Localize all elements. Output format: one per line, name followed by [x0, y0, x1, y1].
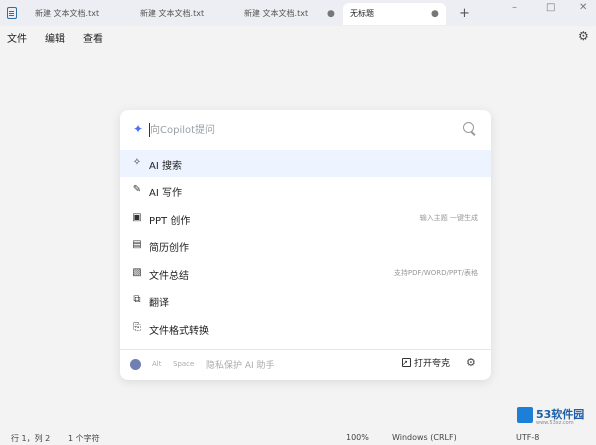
- status-bar: 行 1，列 2 1 个字符 100% Windows (CRLF) UTF-8: [0, 432, 596, 445]
- resume-icon: ▤: [132, 239, 142, 250]
- menu-item-ai-search[interactable]: ✧ AI 搜索: [120, 150, 491, 177]
- minimize-icon[interactable]: –: [512, 2, 517, 13]
- item-hint: 输入主题 一键生成: [419, 214, 478, 222]
- item-label: 文件格式转换: [149, 326, 209, 337]
- zoom-level[interactable]: 100%: [346, 433, 369, 442]
- tab-4-active[interactable]: 无标题 ●: [343, 3, 446, 25]
- notepad-app-icon: [7, 7, 17, 19]
- menu-file[interactable]: 文件: [7, 30, 27, 45]
- convert-icon: ⎘: [133, 322, 141, 333]
- new-tab-button[interactable]: +: [459, 3, 470, 25]
- menu-item-summary[interactable]: ▧ 文件总结 支持PDF/WORD/PPT/表格: [120, 260, 491, 287]
- menu-item-ppt[interactable]: ▣ PPT 创作 输入主题 一键生成: [120, 205, 491, 232]
- item-label: PPT 创作: [149, 216, 191, 227]
- watermark-logo-icon: [517, 407, 533, 423]
- tab-label: 新建 文本文档.txt: [244, 9, 309, 18]
- tab-label: 新建 文本文档.txt: [35, 9, 100, 18]
- document-summary-icon: ▧: [132, 267, 142, 278]
- settings-gear-icon[interactable]: ⚙: [578, 29, 589, 43]
- ask-input[interactable]: [150, 121, 450, 139]
- tab-2[interactable]: 新建 文本文档.txt: [140, 3, 235, 25]
- ai-assistant-panel: ✦ ✧ AI 搜索 ✎ AI 写作 ▣ PPT 创作 输入主题 一键生成 ▤ 简…: [120, 110, 491, 380]
- tab-3[interactable]: 新建 文本文档.txt ●: [244, 3, 335, 25]
- sparkle-search-icon: ✧: [132, 157, 142, 168]
- item-label: AI 写作: [149, 188, 182, 199]
- item-hint: 支持PDF/WORD/PPT/表格: [393, 269, 478, 277]
- item-label: 翻译: [149, 298, 169, 309]
- site-watermark: 53软件园 www.53xz.com: [512, 404, 596, 430]
- panel-settings-gear-icon[interactable]: ⚙: [466, 356, 476, 369]
- encoding[interactable]: UTF-8: [516, 433, 539, 442]
- menu-item-resume[interactable]: ▤ 简历创作: [120, 232, 491, 259]
- footer-tagline: 隐私保护 AI 助手: [206, 361, 275, 371]
- item-label: AI 搜索: [149, 161, 182, 172]
- tab-label: 新建 文本文档.txt: [140, 9, 205, 18]
- open-quark-button[interactable]: 打开夸克: [402, 355, 451, 372]
- ask-row: ✦: [120, 110, 491, 150]
- tab-label: 无标题: [350, 9, 374, 18]
- menu-item-convert[interactable]: ⎘ 文件格式转换: [120, 315, 491, 342]
- sparkle-icon: ✦: [133, 122, 144, 136]
- menu-item-translate[interactable]: ⧉ 翻译: [120, 287, 491, 314]
- tab-bar: 新建 文本文档.txt 新建 文本文档.txt 新建 文本文档.txt ● 无标…: [0, 0, 596, 26]
- tab-1[interactable]: 新建 文本文档.txt: [35, 3, 130, 25]
- item-label: 文件总结: [149, 271, 189, 282]
- presentation-icon: ▣: [132, 212, 142, 223]
- search-icon[interactable]: [463, 122, 474, 133]
- pen-icon: ✎: [132, 184, 142, 195]
- menu-bar: 文件 编辑 查看 ⚙: [0, 26, 596, 46]
- unsaved-dot-icon: ●: [431, 9, 439, 19]
- maximize-icon[interactable]: □: [546, 2, 555, 13]
- char-count: 1 个字符: [68, 434, 100, 443]
- menu-view[interactable]: 查看: [83, 30, 103, 45]
- translate-icon: ⧉: [133, 294, 141, 305]
- open-external-icon: [402, 355, 411, 371]
- line-ending[interactable]: Windows (CRLF): [392, 433, 457, 442]
- menu-edit[interactable]: 编辑: [45, 30, 65, 45]
- close-icon[interactable]: ✕: [579, 2, 587, 13]
- shortcut-key-alt: Alt: [152, 360, 162, 368]
- unsaved-dot-icon: ●: [327, 9, 335, 19]
- watermark-url: www.53xz.com: [536, 420, 574, 426]
- panel-footer: Alt Space 隐私保护 AI 助手 打开夸克 ⚙: [120, 350, 491, 380]
- open-quark-label: 打开夸克: [414, 359, 451, 369]
- item-label: 简历创作: [149, 243, 189, 254]
- shortcut-key-space: Space: [173, 360, 195, 368]
- menu-item-ai-writing[interactable]: ✎ AI 写作: [120, 177, 491, 204]
- ai-logo-icon: [130, 359, 141, 370]
- cursor-position: 行 1，列 2: [11, 434, 51, 443]
